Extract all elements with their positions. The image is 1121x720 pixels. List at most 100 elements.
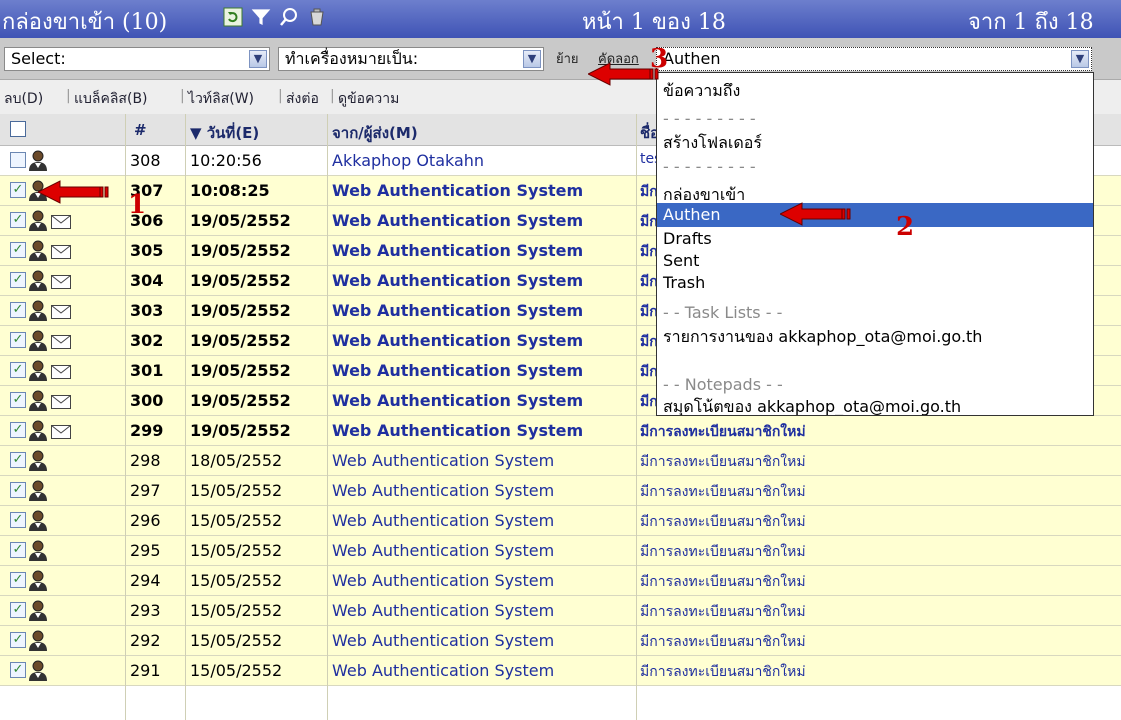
select-dropdown[interactable]: Select: ▼ <box>4 47 270 71</box>
column-from[interactable]: จาก/ผู้ส่ง(M) <box>332 121 418 145</box>
sender-icon <box>28 300 48 322</box>
message-sender-link[interactable]: Web Authentication System <box>332 631 634 650</box>
message-sender-link[interactable]: Web Authentication System <box>332 331 634 350</box>
forward-link[interactable]: ส่งต่อ <box>286 88 319 110</box>
message-date: 15/05/2552 <box>190 511 283 530</box>
message-number: 295 <box>130 541 161 560</box>
message-sender-link[interactable]: Web Authentication System <box>332 421 634 440</box>
row-checkbox[interactable]: ✓ <box>10 272 26 288</box>
message-number: 296 <box>130 511 161 530</box>
message-sender-link[interactable]: Web Authentication System <box>332 511 634 530</box>
message-row[interactable]: ✓ 294 15/05/2552 Web Authentication System ม… <box>0 566 1121 596</box>
message-subject-link[interactable]: มีการลงทะเบียนสมาชิกใหม่ <box>640 511 1115 533</box>
unread-envelope-icon <box>51 334 71 349</box>
message-subject-link[interactable]: มีการลงทะเบียนสมาชิกใหม่ <box>640 661 1115 683</box>
row-checkbox[interactable]: ✓ <box>10 302 26 318</box>
message-sender-link[interactable]: Web Authentication System <box>332 301 634 320</box>
message-number: 297 <box>130 481 161 500</box>
page-indicator: หน้า 1 ของ 18 <box>582 10 726 35</box>
message-sender-link[interactable]: Web Authentication System <box>332 391 634 410</box>
row-checkbox[interactable]: ✓ <box>10 602 26 618</box>
folder-option[interactable]: Drafts <box>661 227 1091 251</box>
row-checkbox[interactable]: ✓ <box>10 632 26 648</box>
row-checkbox[interactable]: ✓ <box>10 362 26 378</box>
message-row[interactable]: ✓ 293 15/05/2552 Web Authentication System ม… <box>0 596 1121 626</box>
message-subject-link[interactable]: มีการลงทะเบียนสมาชิกใหม่ <box>640 481 1115 503</box>
row-checkbox[interactable]: ✓ <box>10 212 26 228</box>
message-sender-link[interactable]: Web Authentication System <box>332 361 634 380</box>
message-sender-link[interactable]: Web Authentication System <box>332 661 634 680</box>
row-checkbox[interactable]: ✓ <box>10 182 26 198</box>
message-subject-link[interactable]: มีการลงทะเบียนสมาชิกใหม่ <box>640 421 1115 443</box>
mark-as-dropdown[interactable]: ทำเครื่องหมายเป็น: ▼ <box>278 47 544 71</box>
message-subject-link[interactable]: มีการลงทะเบียนสมาชิกใหม่ <box>640 541 1115 563</box>
message-subject-link[interactable]: มีการลงทะเบียนสมาชิกใหม่ <box>640 631 1115 653</box>
message-sender-link[interactable]: Web Authentication System <box>332 181 634 200</box>
separator: | <box>180 88 185 104</box>
message-sender-link[interactable]: Web Authentication System <box>332 271 634 290</box>
folder-option-selected[interactable]: Authen <box>657 203 1093 227</box>
row-checkbox[interactable]: ✓ <box>10 542 26 558</box>
message-sender-link[interactable]: Web Authentication System <box>332 211 634 230</box>
message-sender-link[interactable]: Web Authentication System <box>332 601 634 620</box>
separator: | <box>66 88 71 104</box>
refresh-icon[interactable] <box>222 6 244 28</box>
purge-icon[interactable] <box>306 6 328 28</box>
folder-option[interactable]: ข้อความถึง <box>661 79 1091 103</box>
unread-envelope-icon <box>51 274 71 289</box>
chevron-down-icon[interactable]: ▼ <box>523 50 541 68</box>
message-row[interactable]: ✓ 297 15/05/2552 Web Authentication System ม… <box>0 476 1121 506</box>
move-link[interactable]: ย้าย <box>556 48 579 69</box>
row-checkbox[interactable]: ✓ <box>10 512 26 528</box>
unread-envelope-icon <box>51 394 71 409</box>
row-checkbox[interactable]: ✓ <box>10 482 26 498</box>
column-number[interactable]: # <box>134 121 147 139</box>
message-sender-link[interactable]: Akkaphop Otakahn <box>332 151 634 170</box>
row-checkbox[interactable] <box>10 152 26 168</box>
search-icon[interactable] <box>278 6 300 28</box>
folder-option[interactable]: Trash <box>661 271 1091 295</box>
row-checkbox[interactable]: ✓ <box>10 452 26 468</box>
row-checkbox[interactable]: ✓ <box>10 242 26 258</box>
message-sender-link[interactable]: Web Authentication System <box>332 481 634 500</box>
message-row[interactable]: ✓ 292 15/05/2552 Web Authentication System ม… <box>0 626 1121 656</box>
row-checkbox[interactable]: ✓ <box>10 662 26 678</box>
message-sender-link[interactable]: Web Authentication System <box>332 541 634 560</box>
message-row[interactable]: ✓ 295 15/05/2552 Web Authentication System ม… <box>0 536 1121 566</box>
message-sender-link[interactable]: Web Authentication System <box>332 451 634 470</box>
view-message-link[interactable]: ดูข้อความ <box>338 88 399 110</box>
message-subject-link[interactable]: มีการลงทะเบียนสมาชิกใหม่ <box>640 571 1115 593</box>
message-subject-link[interactable]: มีการลงทะเบียนสมาชิกใหม่ <box>640 451 1115 473</box>
filter-icon[interactable] <box>250 6 272 28</box>
folder-option[interactable]: รายการงานของ akkaphop_ota@moi.go.th <box>661 325 1091 349</box>
message-date: 19/05/2552 <box>190 361 291 380</box>
folder-option[interactable]: สร้างโฟลเดอร์ <box>661 131 1091 155</box>
message-sender-link[interactable]: Web Authentication System <box>332 571 634 590</box>
annotation-arrow-icon <box>780 202 851 226</box>
delete-link[interactable]: ลบ(D) <box>4 88 43 110</box>
message-row[interactable]: ✓ 299 19/05/2552 Web Authentication System ม… <box>0 416 1121 446</box>
message-row[interactable]: ✓ 298 18/05/2552 Web Authentication System ม… <box>0 446 1121 476</box>
column-divider <box>185 114 186 720</box>
sender-icon <box>28 630 48 652</box>
whitelist-link[interactable]: ไวท์ลิส(W) <box>188 88 254 110</box>
row-checkbox[interactable]: ✓ <box>10 572 26 588</box>
target-folder-dropdown[interactable]: Authen ▼ <box>656 47 1092 71</box>
folder-option[interactable]: สมุดโน้ตของ akkaphop_ota@moi.go.th <box>661 395 1091 415</box>
message-date: 19/05/2552 <box>190 211 291 230</box>
row-checkbox[interactable]: ✓ <box>10 422 26 438</box>
message-sender-link[interactable]: Web Authentication System <box>332 241 634 260</box>
chevron-down-icon[interactable]: ▼ <box>1071 50 1089 68</box>
sender-icon <box>28 270 48 292</box>
message-row[interactable]: ✓ 291 15/05/2552 Web Authentication System ม… <box>0 656 1121 686</box>
column-date[interactable]: ▼ วันที่(E) <box>190 121 259 145</box>
folder-option[interactable]: Sent <box>661 249 1091 273</box>
chevron-down-icon[interactable]: ▼ <box>249 50 267 68</box>
message-row[interactable]: ✓ 296 15/05/2552 Web Authentication System ม… <box>0 506 1121 536</box>
unread-envelope-icon <box>51 244 71 259</box>
row-checkbox[interactable]: ✓ <box>10 392 26 408</box>
select-all-checkbox[interactable] <box>10 121 26 141</box>
blacklist-link[interactable]: แบล็คลิส(B) <box>74 88 148 110</box>
row-checkbox[interactable]: ✓ <box>10 332 26 348</box>
message-subject-link[interactable]: มีการลงทะเบียนสมาชิกใหม่ <box>640 601 1115 623</box>
